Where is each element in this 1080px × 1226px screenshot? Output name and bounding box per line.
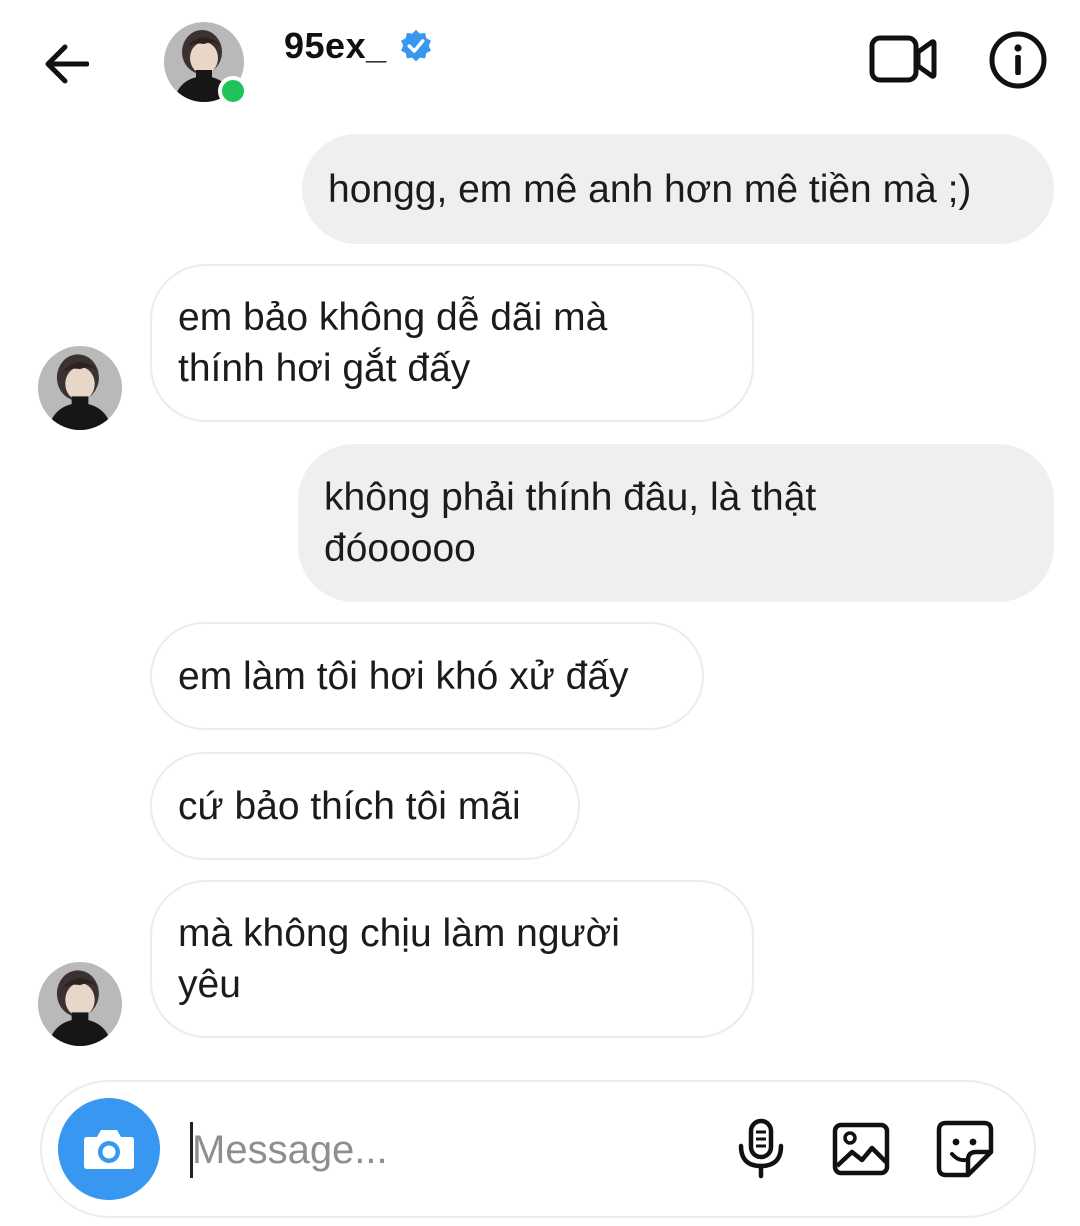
message-text-line: em bảo không dễ dãi mà bbox=[178, 296, 608, 339]
verified-badge-icon bbox=[400, 29, 431, 62]
message-text-line: đóooooo bbox=[324, 527, 476, 570]
message-composer bbox=[40, 1080, 1036, 1218]
camera-icon bbox=[84, 1130, 134, 1169]
online-status-indicator bbox=[218, 76, 248, 106]
video-call-button[interactable] bbox=[868, 30, 938, 88]
message-text-line: yêu bbox=[178, 963, 241, 1006]
received-message[interactable]: mà không chịu làm người yêu bbox=[150, 880, 754, 1038]
sender-avatar[interactable] bbox=[38, 962, 122, 1046]
received-message[interactable]: em làm tôi hơi khó xử đấy bbox=[150, 622, 704, 730]
video-camera-icon bbox=[869, 35, 937, 83]
info-button[interactable] bbox=[988, 30, 1048, 90]
back-button[interactable] bbox=[36, 34, 96, 94]
sent-message[interactable]: không phải thính đâu, là thật đóooooo bbox=[298, 444, 1054, 602]
message-input[interactable] bbox=[192, 1112, 692, 1188]
contact-avatar[interactable] bbox=[164, 22, 248, 106]
chat-header: 95ex_ bbox=[0, 0, 1080, 118]
arrow-left-icon bbox=[45, 44, 89, 84]
sender-avatar[interactable] bbox=[38, 346, 122, 430]
avatar-photo bbox=[38, 962, 122, 1046]
message-text-line: mà không chịu làm người bbox=[178, 912, 620, 955]
info-icon bbox=[989, 31, 1047, 89]
voice-message-button[interactable] bbox=[728, 1116, 794, 1182]
message-text-line: không phải thính đâu, là thật bbox=[324, 476, 817, 519]
camera-button[interactable] bbox=[58, 1098, 160, 1200]
sticker-button[interactable] bbox=[932, 1116, 998, 1182]
sent-message[interactable]: hongg, em mê anh hơn mê tiền mà ;) bbox=[302, 134, 1054, 244]
direct-message-screen: 95ex_ hongg, em mê anh hơn mê tiền mà ;) bbox=[0, 0, 1080, 1226]
message-text: hongg, em mê anh hơn mê tiền mà ;) bbox=[328, 167, 972, 211]
username-label: 95ex_ bbox=[284, 25, 387, 66]
contact-name[interactable]: 95ex_ bbox=[284, 24, 433, 68]
message-text: em làm tôi hơi khó xử đấy bbox=[178, 654, 629, 698]
sticker-icon bbox=[936, 1120, 994, 1178]
gallery-button[interactable] bbox=[828, 1116, 894, 1182]
image-icon bbox=[832, 1122, 890, 1176]
microphone-icon bbox=[738, 1118, 784, 1179]
avatar-photo bbox=[38, 346, 122, 430]
message-text: cứ bảo thích tôi mãi bbox=[178, 784, 521, 828]
received-message[interactable]: em bảo không dễ dãi mà thính hơi gắt đấy bbox=[150, 264, 754, 422]
received-message[interactable]: cứ bảo thích tôi mãi bbox=[150, 752, 580, 860]
message-text-line: thính hơi gắt đấy bbox=[178, 347, 471, 390]
